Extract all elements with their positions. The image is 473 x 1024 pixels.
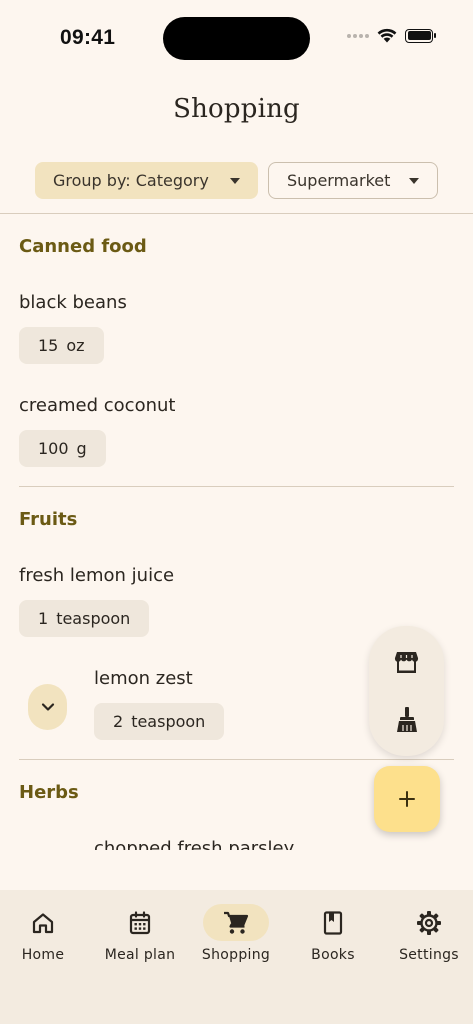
wifi-icon xyxy=(377,28,397,43)
chevron-down-icon xyxy=(41,703,54,711)
dropdown-arrow-icon xyxy=(409,177,419,184)
status-time: 09:41 xyxy=(60,26,116,49)
nav-label: Shopping xyxy=(201,947,271,963)
nav-label: Meal plan xyxy=(104,947,176,963)
section-title-canned-food: Canned food xyxy=(19,236,147,257)
section-divider xyxy=(19,759,454,760)
signal-icon xyxy=(347,33,369,38)
store-dropdown[interactable]: Supermarket xyxy=(268,162,438,199)
nav-icon-container xyxy=(300,904,366,941)
nav-item-home[interactable]: Home xyxy=(0,904,93,963)
gear-icon xyxy=(417,910,441,935)
nav-item-books[interactable]: Books xyxy=(283,904,383,963)
fab-menu xyxy=(369,626,444,756)
page-title: Shopping xyxy=(173,94,300,124)
quantity-unit: oz xyxy=(66,336,85,355)
cart-icon xyxy=(224,911,249,934)
item-name[interactable]: fresh lemon juice xyxy=(19,565,174,586)
clear-list-button[interactable] xyxy=(393,706,420,733)
nav-item-meal-plan[interactable]: Meal plan xyxy=(90,904,190,963)
section-divider xyxy=(19,486,454,487)
dynamic-island xyxy=(163,17,310,60)
quantity-chip[interactable]: 1 teaspoon xyxy=(19,600,150,637)
filter-bar: Group by: Category Supermarket xyxy=(35,162,438,199)
dropdown-arrow-icon xyxy=(230,177,240,184)
quantity-unit: g xyxy=(76,439,87,458)
store-label: Supermarket xyxy=(287,171,391,190)
nav-label: Books xyxy=(311,947,355,963)
nav-item-settings[interactable]: Settings xyxy=(379,904,473,963)
quantity-amount: 15 xyxy=(38,336,59,355)
store-button[interactable] xyxy=(393,649,420,676)
add-item-button[interactable] xyxy=(374,766,440,832)
quantity-chip[interactable]: 2 teaspoon xyxy=(94,703,225,740)
book-icon xyxy=(323,910,343,935)
status-icons xyxy=(347,28,436,43)
nav-label: Home xyxy=(21,947,65,963)
nav-label: Settings xyxy=(399,947,459,963)
section-title-fruits: Fruits xyxy=(19,509,78,530)
quantity-amount: 2 xyxy=(113,712,124,731)
nav-item-shopping[interactable]: Shopping xyxy=(186,904,286,963)
quantity-amount: 100 xyxy=(38,439,69,458)
calendar-icon xyxy=(129,910,151,934)
quantity-chip[interactable]: 15 oz xyxy=(19,327,104,364)
storefront-icon xyxy=(394,652,419,673)
nav-icon-container xyxy=(396,904,462,941)
section-title-herbs: Herbs xyxy=(19,782,79,803)
quantity-unit: teaspoon xyxy=(56,609,131,628)
quantity-unit: teaspoon xyxy=(131,712,206,731)
battery-icon xyxy=(405,28,436,43)
item-name[interactable]: creamed coconut xyxy=(19,395,175,416)
nav-icon-container xyxy=(10,904,76,941)
item-name[interactable]: lemon zest xyxy=(94,668,193,689)
quantity-amount: 1 xyxy=(38,609,49,628)
plus-icon xyxy=(399,791,415,807)
item-name[interactable]: chopped fresh parsley xyxy=(94,838,294,850)
quantity-chip[interactable]: 100 g xyxy=(19,430,106,467)
nav-icon-container-active xyxy=(203,904,269,941)
item-name[interactable]: black beans xyxy=(19,292,127,313)
group-by-dropdown[interactable]: Group by: Category xyxy=(35,162,258,199)
broom-icon xyxy=(396,707,417,732)
group-by-label: Group by: Category xyxy=(53,171,209,190)
expand-button[interactable] xyxy=(28,684,67,730)
nav-icon-container xyxy=(107,904,173,941)
status-bar: 09:41 xyxy=(0,0,473,76)
home-icon xyxy=(32,912,54,933)
bottom-nav: Home Meal plan Shopping Books Settings xyxy=(0,890,473,1024)
